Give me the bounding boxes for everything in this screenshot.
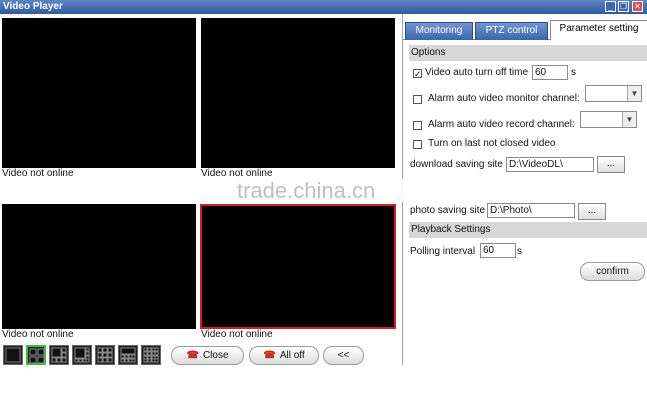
title-bar: Video Player _ ❐ ✕ — [0, 0, 647, 14]
options-header: Options — [409, 45, 647, 61]
minimize-icon[interactable]: _ — [605, 1, 616, 12]
layout-6-button[interactable] — [49, 345, 69, 365]
layout-9-icon — [97, 347, 113, 363]
alarm-monitor-label: Alarm auto video monitor channel: — [428, 93, 580, 104]
chevron-down-icon[interactable]: ▼ — [622, 112, 636, 127]
pane-status-4: Video not online — [201, 329, 273, 340]
layout-6-icon — [51, 347, 67, 363]
turn-on-last-checkbox[interactable] — [413, 140, 422, 149]
layout-1-button[interactable] — [3, 345, 23, 365]
all-off-label: All off — [279, 350, 305, 361]
alarm-monitor-checkbox[interactable] — [413, 95, 422, 104]
polling-interval-input[interactable]: 60 — [480, 243, 516, 258]
layout-4-icon — [29, 348, 45, 364]
polling-interval-unit: s — [517, 246, 522, 257]
video-pane-1[interactable] — [2, 18, 196, 168]
tab-ptz-control[interactable]: PTZ control — [475, 22, 548, 40]
layout-9-button[interactable] — [95, 345, 115, 365]
photo-site-input[interactable]: D:\Photo\ — [487, 203, 575, 218]
collapse-panel-button[interactable]: << — [323, 346, 364, 365]
hangup-icon: ☎ — [186, 350, 199, 361]
photo-site-browse-button[interactable]: ... — [578, 203, 606, 220]
auto-turn-off-label: Video auto turn off time — [425, 67, 529, 78]
auto-turn-off-input[interactable]: 60 — [532, 65, 568, 80]
tab-monitoring[interactable]: Monitoring — [405, 22, 473, 40]
turn-on-last-label: Turn on last not closed video — [428, 138, 556, 149]
pane-status-3: Video not online — [2, 329, 74, 340]
confirm-button[interactable]: confirm — [580, 262, 645, 281]
video-pane-4[interactable] — [200, 204, 396, 329]
bottom-toolbar: ☎ Close ☎ All off << — [0, 341, 401, 371]
close-video-button[interactable]: ☎ Close — [171, 346, 244, 365]
video-grid: Video not online Video not online Video … — [0, 14, 401, 340]
download-site-browse-button[interactable]: ... — [597, 156, 625, 173]
layout-13-button[interactable] — [118, 345, 138, 365]
auto-turn-off-checkbox[interactable]: ✓ — [413, 69, 422, 79]
watermark-text: trade.china.cn — [237, 178, 376, 203]
layout-16-icon — [143, 347, 159, 363]
alarm-record-label: Alarm auto video record channel: — [428, 119, 575, 130]
download-site-input[interactable]: D:\VideoDL\ — [506, 157, 594, 172]
layout-13-icon — [120, 347, 136, 363]
photo-site-label: photo saving site — [410, 205, 486, 216]
hangup-icon: ☎ — [263, 350, 276, 361]
all-off-button[interactable]: ☎ All off — [249, 346, 319, 365]
alarm-record-select[interactable]: ▼ — [580, 111, 637, 128]
close-video-label: Close — [202, 350, 229, 361]
collapse-label: << — [337, 350, 350, 361]
video-pane-3[interactable] — [2, 204, 196, 329]
close-icon[interactable]: ✕ — [632, 1, 643, 12]
pane-status-1: Video not online — [2, 168, 74, 179]
window-title: Video Player — [3, 1, 63, 12]
layout-8-button[interactable] — [72, 345, 92, 365]
alarm-monitor-select[interactable]: ▼ — [585, 85, 642, 102]
download-site-label: download saving site — [410, 159, 503, 170]
layout-8-icon — [74, 347, 90, 363]
tab-strip: Monitoring PTZ control Parameter setting — [403, 18, 647, 41]
alarm-record-checkbox[interactable] — [413, 121, 422, 130]
tab-parameter-setting[interactable]: Parameter setting — [550, 20, 647, 41]
layout-16-button[interactable] — [141, 345, 161, 365]
auto-turn-off-unit: s — [571, 67, 576, 78]
polling-interval-label: Polling interval — [410, 246, 476, 257]
playback-header: Playback Settings — [409, 222, 647, 238]
chevron-down-icon[interactable]: ▼ — [627, 86, 641, 101]
watermark-band — [401, 178, 647, 202]
layout-1-icon — [5, 347, 21, 363]
layout-4-button[interactable] — [26, 345, 46, 365]
video-pane-2[interactable] — [201, 18, 395, 168]
restore-icon[interactable]: ❐ — [618, 1, 629, 12]
